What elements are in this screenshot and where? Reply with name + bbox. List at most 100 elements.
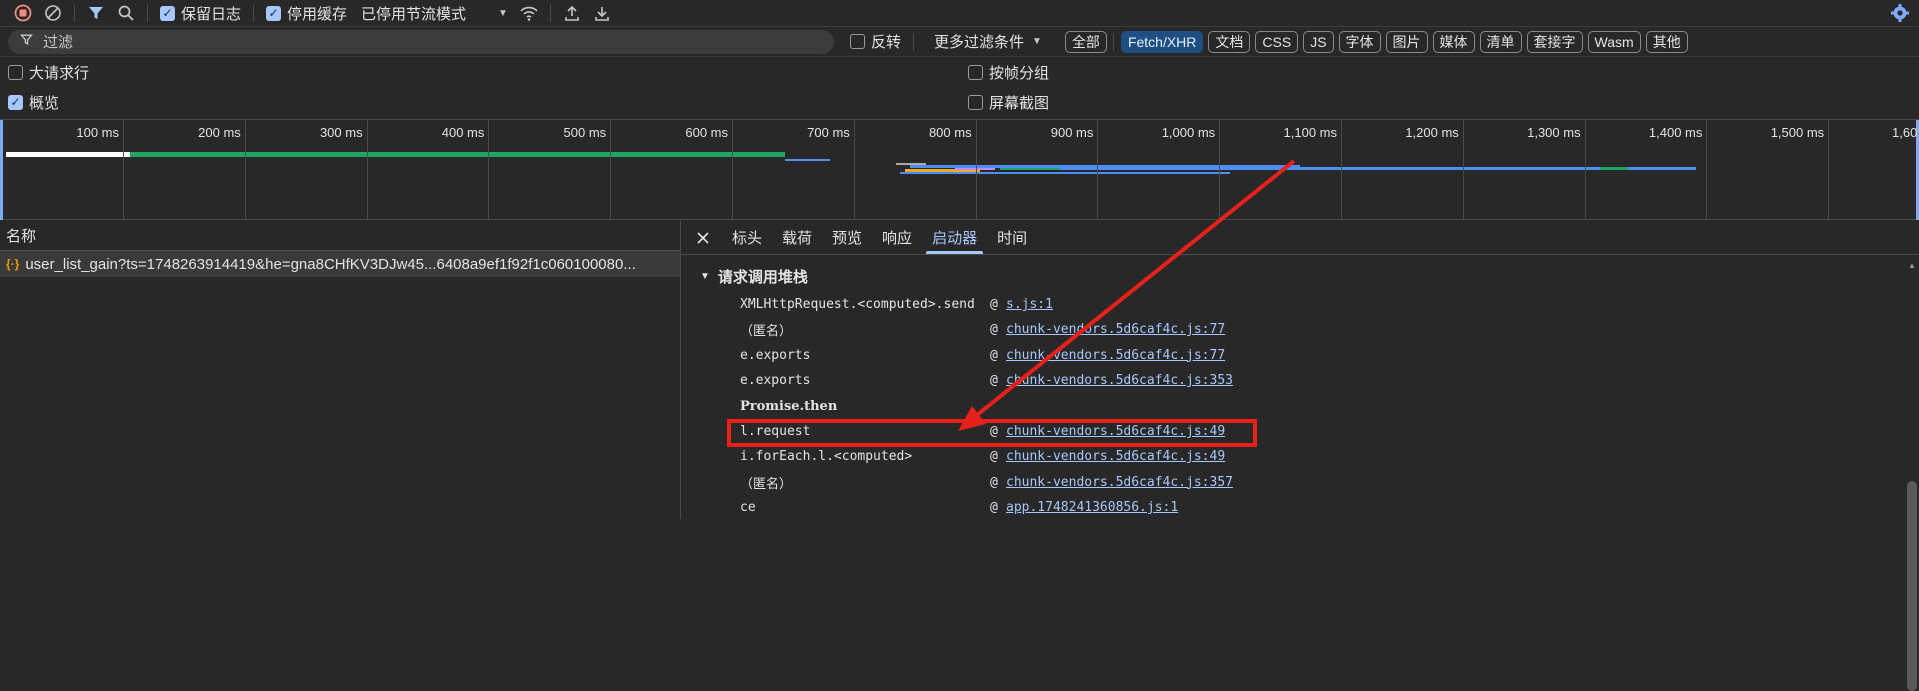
- at-symbol: @: [990, 347, 998, 363]
- checkbox-checked-icon: ✓: [266, 5, 282, 21]
- stack-frame-row: （匿名） @ chunk-vendors.5d6caf4c.js:357: [740, 470, 1233, 495]
- clear-icon[interactable]: [38, 0, 68, 26]
- timeline-tick-label: 1,300 ms: [1527, 125, 1581, 140]
- request-name: user_list_gain?ts=1748263914419&he=gna8C…: [25, 255, 636, 273]
- network-conditions-icon[interactable]: [514, 0, 544, 26]
- filter-type-css[interactable]: CSS: [1255, 30, 1299, 53]
- tab-headers[interactable]: 标头: [722, 221, 772, 254]
- divider: [253, 4, 255, 22]
- source-location-link[interactable]: chunk-vendors.5d6caf4c.js:77: [1006, 322, 1225, 337]
- timeline-gridline: [1097, 120, 1099, 220]
- import-har-icon[interactable]: [557, 0, 587, 26]
- filter-type-fetch-xhr[interactable]: Fetch/XHR: [1120, 30, 1204, 53]
- at-symbol: @: [990, 373, 998, 389]
- divider: [74, 4, 75, 22]
- search-icon[interactable]: [111, 0, 141, 26]
- filter-type-doc[interactable]: 文档: [1208, 30, 1251, 53]
- big-rows-checkbox[interactable]: 大请求行: [8, 62, 89, 83]
- xhr-braces-icon: {·}: [6, 257, 20, 271]
- timeline-tick-label: 1,200 ms: [1405, 125, 1459, 140]
- close-icon[interactable]: [690, 221, 722, 254]
- source-location-link[interactable]: chunk-vendors.5d6caf4c.js:353: [1006, 373, 1233, 388]
- scroll-up-arrow-icon[interactable]: ▲: [1907, 262, 1917, 270]
- timeline-tick-label: 900 ms: [1050, 125, 1094, 140]
- filter-type-other[interactable]: 其他: [1645, 30, 1688, 53]
- filter-icon: [20, 33, 33, 50]
- overview-checkbox[interactable]: ✓ 概览: [8, 92, 59, 113]
- timeline-tick-label: 300 ms: [319, 125, 363, 140]
- at-symbol: @: [990, 322, 998, 338]
- timeline-gridline: [1706, 120, 1708, 220]
- timeline-gridline: [1584, 120, 1586, 220]
- export-har-icon[interactable]: [587, 0, 617, 26]
- column-header-name[interactable]: 名称: [0, 221, 680, 251]
- timeline-tick-label: 700 ms: [807, 125, 850, 140]
- source-location-link[interactable]: chunk-vendors.5d6caf4c.js:77: [1006, 348, 1225, 363]
- screenshots-label: 屏幕截图: [989, 94, 1050, 112]
- timeline-gridline: [1219, 120, 1221, 220]
- filter-bar: 过滤 反转 更多过滤条件 ▼ 全部 Fetch/XHR 文档 CSS JS 字体…: [0, 27, 1919, 57]
- group-by-frame-label: 按帧分组: [989, 64, 1050, 82]
- table-row[interactable]: {·} user_list_gain?ts=1748263914419&he=g…: [0, 251, 680, 277]
- preserve-log-checkbox[interactable]: ✓ 保留日志: [160, 3, 241, 24]
- filter-type-js[interactable]: JS: [1303, 30, 1334, 53]
- timeline-tick-label: 400 ms: [441, 125, 485, 140]
- timeline-gridline: [853, 120, 855, 220]
- request-list: 名称 {·} user_list_gain?ts=1748263914419&h…: [0, 221, 681, 519]
- at-symbol: @: [990, 449, 998, 465]
- divider: [1112, 32, 1114, 51]
- stack-frame-row: e.exports @ chunk-vendors.5d6caf4c.js:353: [740, 368, 1233, 393]
- big-rows-label: 大请求行: [29, 64, 90, 82]
- checkbox-checked-icon: ✓: [160, 5, 175, 21]
- waterfall-bar-tail: [785, 159, 830, 161]
- filter-type-socket[interactable]: 套接字: [1526, 30, 1583, 53]
- filter-type-font[interactable]: 字体: [1338, 30, 1381, 53]
- tab-preview[interactable]: 预览: [822, 221, 872, 254]
- filter-type-manifest[interactable]: 清单: [1479, 30, 1522, 53]
- source-location-link[interactable]: app.1748241360856.js:1: [1006, 500, 1178, 515]
- stack-frame-row: Promise.then: [740, 394, 990, 419]
- at-symbol: @: [990, 297, 998, 312]
- divider: [913, 32, 915, 51]
- screenshots-checkbox[interactable]: 屏幕截图: [968, 92, 1049, 113]
- timeline-tick-label: 1,400 ms: [1648, 125, 1703, 140]
- more-filters-dropdown[interactable]: 更多过滤条件 ▼: [934, 31, 1042, 52]
- timeline-left-handle[interactable]: [0, 120, 3, 220]
- request-details: 标头 载荷 预览 响应 启动器 时间 ▼ 请求调用堆栈 XMLHttpReque…: [682, 221, 1919, 691]
- timeline-tick-label: 600 ms: [685, 125, 728, 140]
- tab-initiator[interactable]: 启动器: [922, 221, 987, 254]
- timeline-gridline: [975, 120, 977, 220]
- source-location-link[interactable]: s.js:1: [1006, 297, 1053, 312]
- annotation-highlight-box: [727, 419, 1257, 447]
- disable-cache-checkbox[interactable]: ✓ 停用缓存: [266, 3, 347, 24]
- timeline-overview[interactable]: 100 ms 200 ms 300 ms 400 ms 500 ms 600 ms 700 …: [0, 119, 1919, 220]
- filter-input[interactable]: 过滤: [8, 29, 834, 54]
- function-name: ce: [740, 500, 756, 516]
- overview-label: 概览: [29, 94, 60, 112]
- filter-type-wasm[interactable]: Wasm: [1587, 30, 1641, 53]
- source-location-link[interactable]: chunk-vendors.5d6caf4c.js:49: [1006, 449, 1225, 464]
- tab-response[interactable]: 响应: [872, 221, 922, 254]
- filter-type-all[interactable]: 全部: [1064, 30, 1107, 53]
- tab-timing[interactable]: 时间: [987, 221, 1037, 254]
- record-stop-icon[interactable]: [8, 0, 38, 26]
- timeline-gridline: [1828, 120, 1830, 220]
- settings-gear-icon[interactable]: [1885, 0, 1915, 26]
- scrollbar-thumb[interactable]: [1907, 481, 1917, 691]
- function-name: （匿名）: [740, 476, 793, 492]
- filter-icon[interactable]: [81, 0, 111, 26]
- group-by-frame-checkbox[interactable]: 按帧分组: [968, 62, 1049, 83]
- tab-payload[interactable]: 载荷: [772, 221, 822, 254]
- source-location-link[interactable]: chunk-vendors.5d6caf4c.js:357: [1006, 475, 1233, 490]
- filter-type-media[interactable]: 媒体: [1432, 30, 1475, 53]
- timeline-gridline: [1462, 120, 1464, 220]
- expand-triangle-icon: ▼: [700, 270, 710, 282]
- checkbox-unchecked-icon: [850, 34, 865, 49]
- invert-checkbox[interactable]: 反转: [850, 31, 901, 52]
- timeline-tick-label: 1,60: [1892, 125, 1918, 140]
- call-stack-section-header[interactable]: ▼ 请求调用堆栈: [682, 261, 1919, 291]
- filter-type-img[interactable]: 图片: [1385, 30, 1428, 53]
- at-symbol: @: [990, 500, 998, 516]
- throttle-select[interactable]: 已停用节流模式 ▼: [361, 3, 508, 24]
- timeline-gridline: [1341, 120, 1342, 220]
